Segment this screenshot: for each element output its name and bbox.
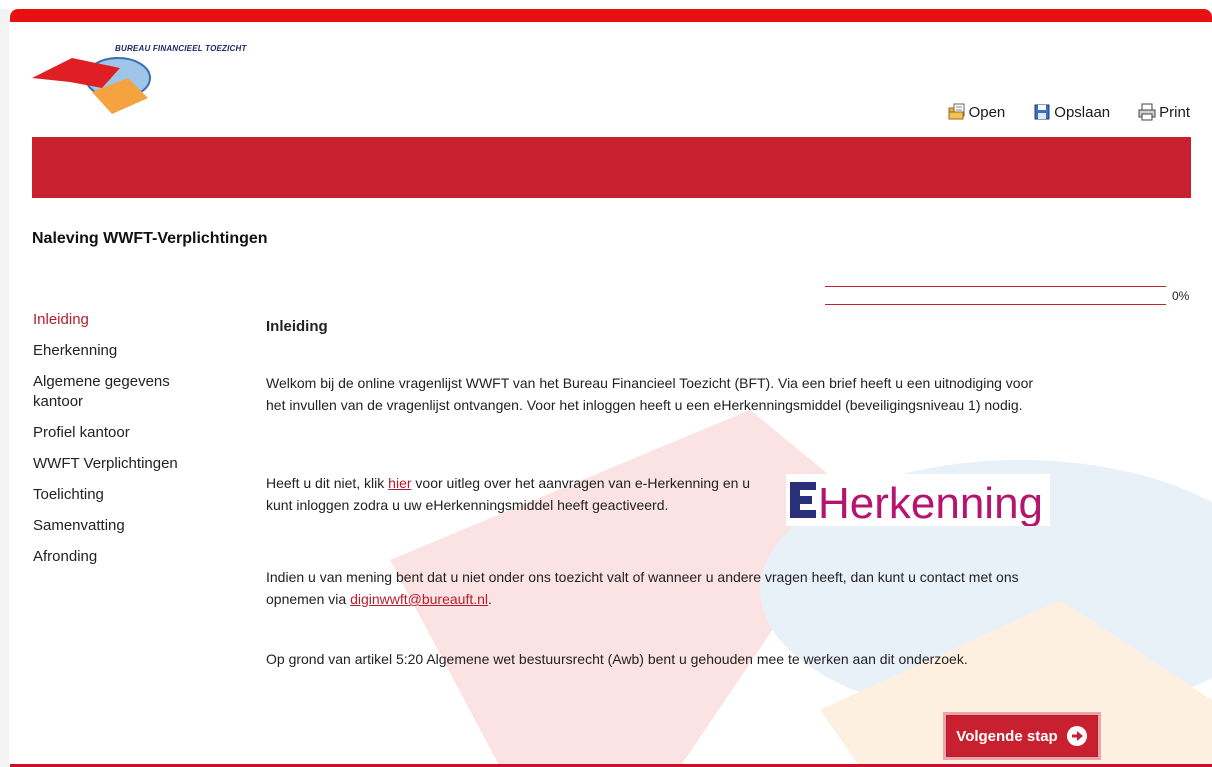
- legal-paragraph: Op grond van artikel 5:20 Algemene wet b…: [266, 651, 968, 667]
- folder-open-icon: [948, 103, 965, 120]
- para3-text-after: .: [488, 591, 492, 607]
- arrow-circle-right-icon: [1066, 726, 1087, 746]
- toolbar: Open Opslaan Print: [948, 103, 1190, 121]
- printer-icon: [1138, 103, 1156, 121]
- page-title: Naleving WWFT-Verplichtingen: [32, 230, 268, 247]
- eherkenning-logo-text: Herkenning: [818, 479, 1043, 526]
- intro-paragraph: Welkom bij de online vragenlijst WWFT va…: [266, 375, 1034, 413]
- print-button[interactable]: Print: [1138, 103, 1190, 121]
- save-label: Opslaan: [1054, 103, 1111, 121]
- hier-link[interactable]: hier: [388, 475, 411, 491]
- sidebar-nav: Inleiding Eherkenning Algemene gegevens …: [33, 310, 223, 578]
- header-band: [32, 137, 1191, 198]
- window-frame-left: [0, 9, 9, 767]
- eherkenning-logo-graphic: Herkenning: [790, 479, 1043, 528]
- para2-text-before: Heeft u dit niet, klik: [266, 475, 389, 491]
- contact-paragraph: Indien u van mening bent dat u niet onde…: [266, 566, 1056, 610]
- progress-bar: [825, 286, 1166, 305]
- floppy-disk-icon: [1034, 104, 1050, 120]
- print-label: Print: [1159, 103, 1190, 121]
- open-button[interactable]: Open: [948, 103, 1006, 121]
- sidebar-item-afronding[interactable]: Afronding: [33, 547, 223, 567]
- sidebar-item-eherkenning[interactable]: Eherkenning: [33, 341, 223, 361]
- sidebar-item-wwft-verplichtingen[interactable]: WWFT Verplichtingen: [33, 454, 223, 474]
- next-step-button[interactable]: Volgende stap: [943, 712, 1101, 760]
- section-heading: Inleiding: [266, 318, 328, 335]
- eherkenning-logo: Herkenning: [786, 474, 1050, 528]
- sidebar-item-samenvatting[interactable]: Samenvatting: [33, 516, 223, 536]
- open-label: Open: [968, 103, 1006, 121]
- sidebar-item-toelichting[interactable]: Toelichting: [33, 485, 223, 505]
- main-content: Inleiding Welkom bij de online vragenlij…: [266, 316, 1066, 667]
- sidebar-item-profiel-kantoor[interactable]: Profiel kantoor: [33, 423, 223, 443]
- next-step-label: Volgende stap: [956, 727, 1058, 745]
- progress-label: 0%: [1172, 289, 1190, 303]
- sidebar-item-algemene-gegevens[interactable]: Algemene gegevens kantoor: [33, 372, 223, 412]
- eherkenning-paragraph: Heeft u dit niet, klik hier voor uitleg …: [266, 472, 776, 516]
- sidebar-item-inleiding[interactable]: Inleiding: [33, 310, 223, 330]
- bft-logo: [32, 57, 151, 114]
- top-accent-bar: [10, 9, 1212, 22]
- save-button[interactable]: Opslaan: [1033, 103, 1110, 121]
- email-link[interactable]: diginwwft@bureauft.nl: [350, 591, 488, 607]
